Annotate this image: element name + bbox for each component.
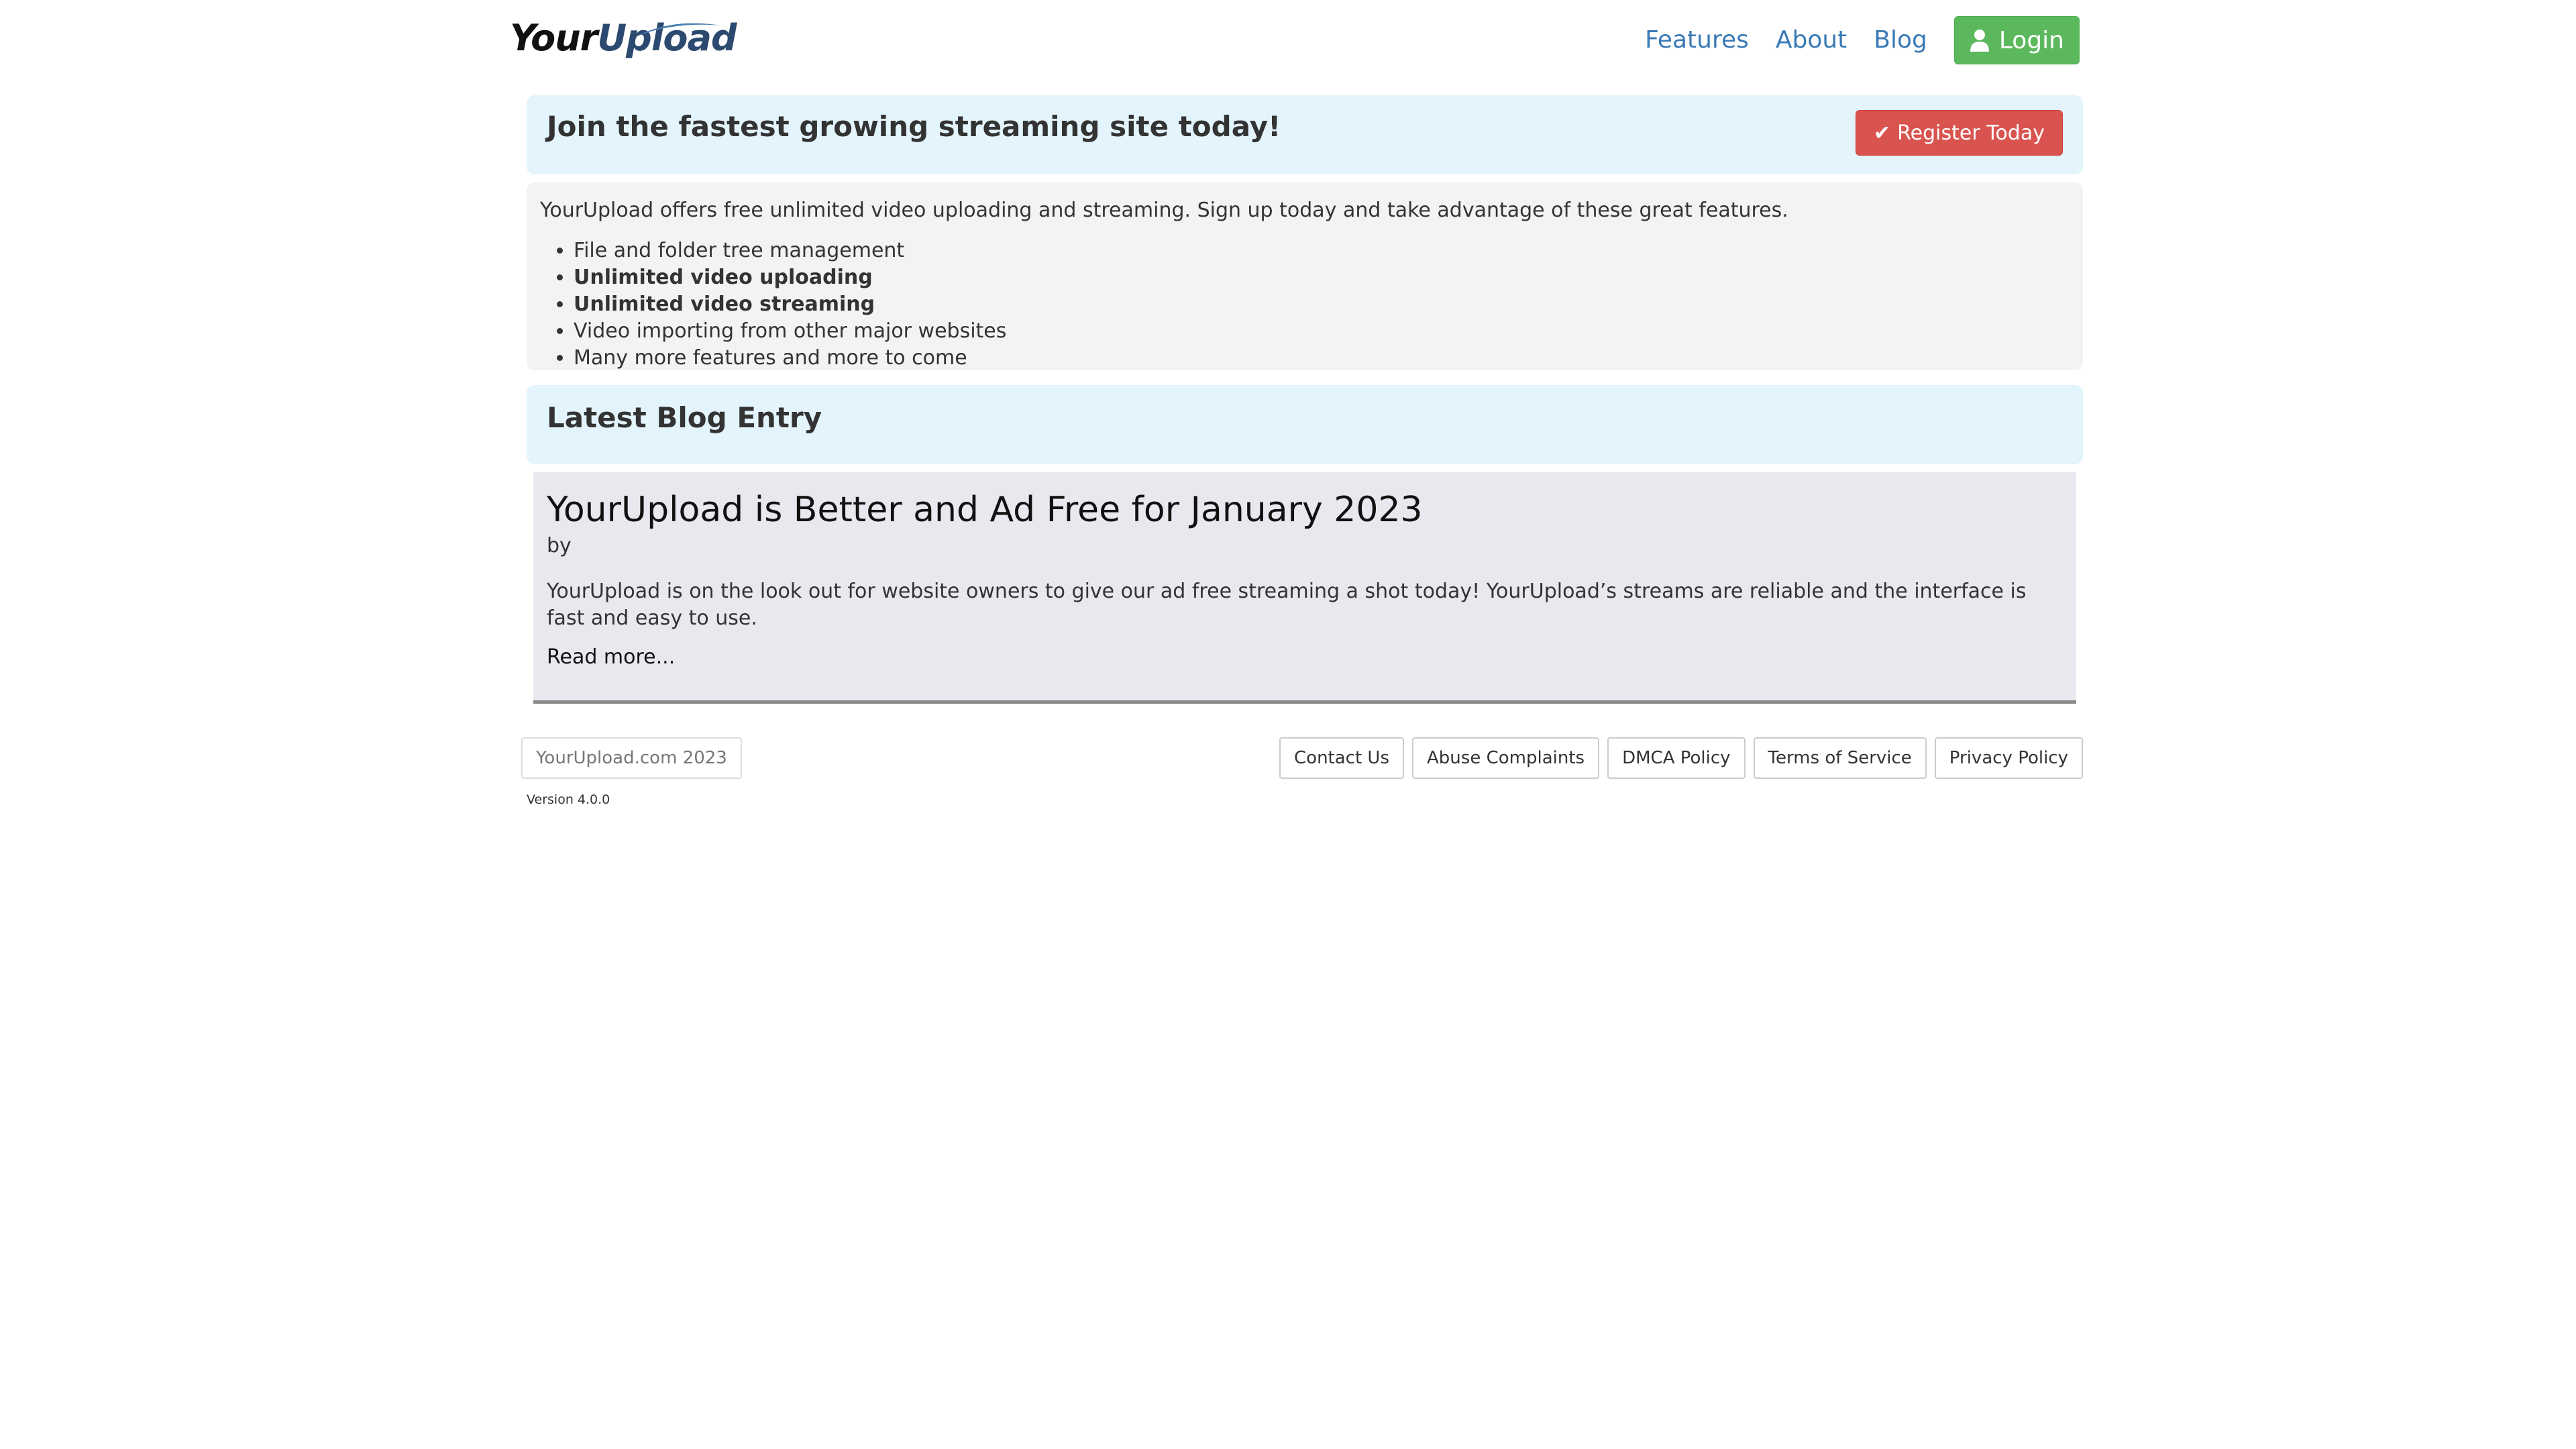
feature-item: Unlimited video uploading: [574, 264, 2070, 291]
main-nav: Features About Blog Login: [1618, 13, 2080, 67]
register-button[interactable]: ✔ Register Today: [1856, 110, 2063, 156]
logo-swoosh-icon: [634, 23, 721, 38]
features-list: File and folder tree management Unlimite…: [540, 237, 2070, 372]
join-title: Join the fastest growing streaming site …: [547, 110, 1281, 143]
feature-item: Unlimited video streaming: [574, 291, 2070, 318]
feature-item: Video importing from other major website…: [574, 318, 2070, 345]
features-intro: YourUpload offers free unlimited video u…: [540, 199, 1788, 222]
site-header: YourUpload Features About Blog Login: [510, 0, 2080, 94]
register-label: Register Today: [1897, 121, 2045, 145]
footer-links: Contact Us Abuse Complaints DMCA Policy …: [1271, 737, 2083, 779]
blog-entry-byline: by: [547, 534, 572, 557]
feature-item: Many more features and more to come: [574, 345, 2070, 372]
blog-heading: Latest Blog Entry: [547, 401, 822, 434]
login-label: Login: [1998, 26, 2064, 54]
terms-of-service-button[interactable]: Terms of Service: [1753, 737, 1927, 779]
blog-panel: Latest Blog Entry: [527, 385, 2083, 464]
login-button[interactable]: Login: [1953, 16, 2080, 64]
contact-us-button[interactable]: Contact Us: [1279, 737, 1405, 779]
abuse-complaints-button[interactable]: Abuse Complaints: [1412, 737, 1600, 779]
nav-features-link[interactable]: Features: [1645, 13, 1749, 67]
logo-your: Your: [510, 17, 598, 59]
check-icon: ✔: [1874, 121, 1891, 145]
join-panel: Join the fastest growing streaming site …: [527, 95, 2083, 174]
read-more-link[interactable]: Read more...: [547, 644, 2063, 671]
blog-entry-card: YourUpload is Better and Ad Free for Jan…: [533, 472, 2076, 704]
copyright-badge: YourUpload.com 2023: [521, 737, 742, 779]
privacy-policy-button[interactable]: Privacy Policy: [1934, 737, 2083, 779]
dmca-policy-button[interactable]: DMCA Policy: [1607, 737, 1746, 779]
blog-entry-title[interactable]: YourUpload is Better and Ad Free for Jan…: [547, 490, 2063, 530]
site-footer: YourUpload.com 2023 Contact Us Abuse Com…: [510, 737, 2083, 831]
site-logo[interactable]: YourUpload: [510, 20, 737, 56]
features-well: YourUpload offers free unlimited video u…: [527, 182, 2083, 370]
page-container: YourUpload Features About Blog Login Joi…: [510, 0, 2083, 831]
nav-about-link[interactable]: About: [1776, 13, 1847, 67]
user-icon: [1970, 30, 1989, 52]
version-label: Version 4.0.0: [527, 792, 610, 807]
nav-blog-link[interactable]: Blog: [1874, 13, 1927, 67]
feature-item: File and folder tree management: [574, 237, 2070, 264]
blog-entry-excerpt: YourUpload is on the look out for websit…: [547, 580, 2027, 630]
